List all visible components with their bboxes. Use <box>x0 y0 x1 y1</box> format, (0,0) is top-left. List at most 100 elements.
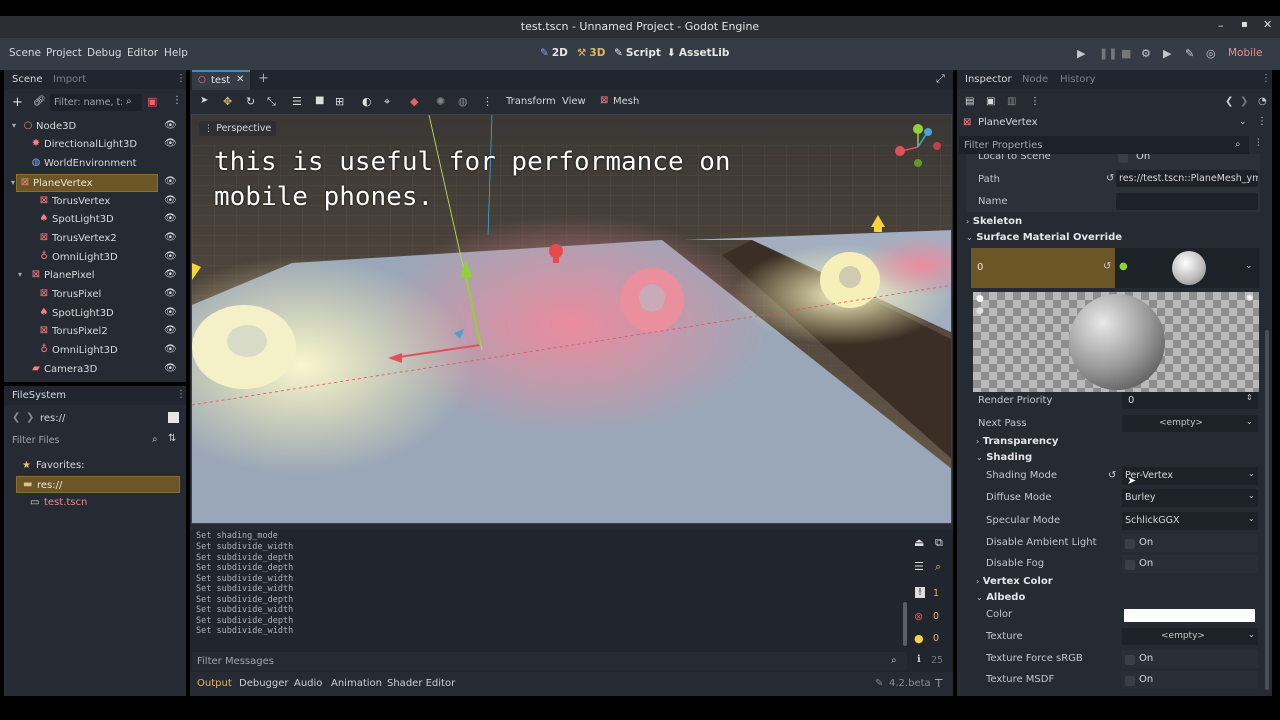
tree-row-omnilight3d[interactable]: ♁ OmniLight3D 👁︎ <box>10 249 178 267</box>
tree-row-toruspixel2[interactable]: ⊠ TorusPixel2 👁︎ <box>10 323 178 341</box>
resource-menu-icon[interactable]: ⋮ <box>1030 96 1040 107</box>
preview-light-toggle-icon[interactable]: ● <box>976 294 984 304</box>
pause-icon[interactable]: ❚❚ <box>1099 47 1117 60</box>
file-filter-input[interactable]: Filter Files ⌕ <box>8 432 166 449</box>
revert-icon[interactable]: ↺ <box>1106 173 1114 184</box>
error-filter-icon[interactable]: ⊗ <box>914 610 923 623</box>
visibility-eye-icon[interactable]: 👁︎ <box>164 288 177 299</box>
msdf-checkbox[interactable] <box>1125 676 1135 686</box>
scene-filter-input[interactable]: Filter: name, t:t ⌕ <box>50 94 142 111</box>
tree-row-camera3d[interactable]: ▰ Camera3D 👁︎ <box>10 361 178 379</box>
visibility-eye-icon[interactable]: 👁︎ <box>164 251 177 262</box>
tree-row-node3d[interactable]: ▾ ○ Node3D 👁︎ <box>10 118 178 136</box>
forward-icon[interactable]: ❯ <box>26 412 34 423</box>
maximize-icon[interactable]: ▪ <box>1241 19 1248 30</box>
tab-filesystem[interactable]: FileSystem <box>12 390 66 401</box>
inspector-settings-icon[interactable]: ⫶ <box>1257 138 1260 149</box>
stop-icon[interactable]: ■ <box>1121 47 1131 60</box>
tree-row-planepixel[interactable]: ▾ ⊠ PlanePixel 👁︎ <box>10 267 178 285</box>
visibility-eye-icon[interactable]: 👁︎ <box>164 269 177 280</box>
renderer-select[interactable]: Mobile <box>1228 47 1262 59</box>
tree-row-worldenvironment[interactable]: ◍ WorldEnvironment <box>10 155 178 173</box>
move-tool-icon[interactable]: ✥ <box>223 95 232 108</box>
menu-editor[interactable]: Editor <box>127 47 158 59</box>
filter-properties-input[interactable]: Filter Properties ⌕ <box>959 136 1249 154</box>
bottom-tab-output[interactable]: Output <box>197 678 232 689</box>
material-dropdown-icon[interactable]: ⌄ <box>1245 261 1253 271</box>
material-resource-button[interactable]: ● ⌄ <box>1115 248 1259 288</box>
preview-light2-toggle-icon[interactable]: ● <box>976 306 984 316</box>
scene-menu-icon[interactable]: ⋮ <box>172 95 182 106</box>
back-icon[interactable]: ❮ <box>12 412 20 423</box>
visibility-eye-icon[interactable]: 👁︎ <box>164 195 177 206</box>
material-slot-row[interactable]: 0 ↺ <box>971 248 1115 288</box>
scene-tab-test[interactable]: ○ test ✕ <box>192 70 250 90</box>
sun-preview-icon[interactable]: ✺ <box>436 95 445 108</box>
visibility-eye-icon[interactable]: 👁︎ <box>164 307 177 318</box>
history-forward-icon[interactable]: ❯ <box>1240 96 1248 107</box>
sort-icon[interactable]: ⇅ <box>168 433 176 444</box>
visibility-eye-icon[interactable]: 👁︎ <box>164 120 177 131</box>
collapse-arrow-icon[interactable]: ▾ <box>18 270 22 279</box>
visibility-eye-icon[interactable]: 👁︎ <box>164 213 177 224</box>
perspective-button[interactable]: ⋮ Perspective <box>199 121 277 136</box>
bottom-tab-shader-editor[interactable]: Shader Editor <box>387 678 455 689</box>
tree-row-torusvertex[interactable]: ⊠ TorusVertex 👁︎ <box>10 193 178 211</box>
menu-scene[interactable]: Scene <box>9 47 41 59</box>
add-scene-tab-icon[interactable]: + <box>258 71 269 86</box>
vertex-color-section[interactable]: › Vertex Color <box>976 576 1053 587</box>
split-mode-icon[interactable] <box>168 412 179 423</box>
visibility-eye-icon[interactable]: 👁︎ <box>164 138 177 149</box>
distraction-free-icon[interactable]: ⤢ <box>936 72 945 86</box>
select-tool-icon[interactable]: ➤ <box>200 95 208 106</box>
pin-panel-icon[interactable]: ⊤ <box>934 677 944 690</box>
preview-mesh-toggle-icon[interactable]: ✺ <box>1246 294 1254 304</box>
object-history-icon[interactable]: ◔ <box>1258 96 1267 107</box>
bottom-tab-debugger[interactable]: Debugger <box>239 678 289 689</box>
view-menu[interactable]: View <box>562 96 586 107</box>
tab-scene[interactable]: Scene <box>12 74 43 85</box>
albedo-color-swatch[interactable] <box>1124 609 1255 622</box>
visibility-eye-icon[interactable]: 👁︎ <box>164 232 177 243</box>
minimize-icon[interactable]: – <box>1218 19 1224 32</box>
snap-icon[interactable]: ◆ <box>410 95 418 108</box>
local-to-scene-checkbox[interactable] <box>1118 154 1128 163</box>
rotate-tool-icon[interactable]: ↻ <box>246 95 255 108</box>
name-field[interactable] <box>1116 193 1258 210</box>
copy-output-icon[interactable]: ⧉ <box>935 536 943 550</box>
tab-inspector[interactable]: Inspector <box>965 74 1012 85</box>
close-icon[interactable]: ✕ <box>236 74 244 85</box>
transform-menu[interactable]: Transform <box>506 96 556 107</box>
warning-filter-icon[interactable]: ● <box>914 632 924 645</box>
visibility-eye-icon[interactable]: 👁︎ <box>164 325 177 336</box>
message-filter-icon[interactable]: ! <box>915 587 925 598</box>
menu-help[interactable]: Help <box>164 47 188 59</box>
tab-import[interactable]: Import <box>53 74 86 85</box>
spinner-icon[interactable]: ⇕ <box>1246 393 1253 402</box>
filesystem-path[interactable]: res:// <box>40 413 65 424</box>
path-field[interactable]: res://test.tscn::PlaneMesh_ym <box>1116 170 1258 187</box>
shading-section[interactable]: ⌄ Shading <box>976 452 1032 463</box>
visibility-eye-icon[interactable]: 👁︎ <box>164 363 177 374</box>
add-node-icon[interactable]: + <box>12 95 23 110</box>
dock-menu-icon[interactable]: ⋮ <box>176 73 186 84</box>
history-back-icon[interactable]: ❮ <box>1225 96 1233 107</box>
close-icon[interactable]: ✕ <box>1263 18 1272 31</box>
workspace-assetlib-button[interactable]: ⬇ AssetLib <box>667 47 729 59</box>
tab-history[interactable]: History <box>1060 74 1096 85</box>
res-root-row[interactable]: ▬ res:// <box>16 476 180 493</box>
mesh-menu[interactable]: Mesh <box>613 96 639 107</box>
load-resource-icon[interactable]: ▣ <box>986 96 995 107</box>
next-pass-field[interactable]: <empty> ⌄ <box>1122 415 1258 432</box>
disable-ambient-checkbox[interactable] <box>1125 539 1135 549</box>
workspace-3d-button[interactable]: ⚒ 3D <box>577 47 605 59</box>
node-docs-icon[interactable]: ⋮ <box>1257 116 1267 127</box>
filter-messages-input[interactable]: Filter Messages ⌕ <box>192 652 907 670</box>
workspace-script-button[interactable]: ✎ Script <box>614 47 661 59</box>
diffuse-mode-select[interactable]: Burley ⌄ <box>1122 489 1258 507</box>
menu-debug[interactable]: Debug <box>87 47 122 59</box>
tree-row-spotlight3d-2[interactable]: ♠ SpotLight3D 👁︎ <box>10 305 178 323</box>
disable-fog-checkbox[interactable] <box>1125 560 1135 570</box>
search-output-icon[interactable]: ⌕ <box>935 560 941 574</box>
file-test-tscn[interactable]: test.tscn <box>44 497 87 508</box>
